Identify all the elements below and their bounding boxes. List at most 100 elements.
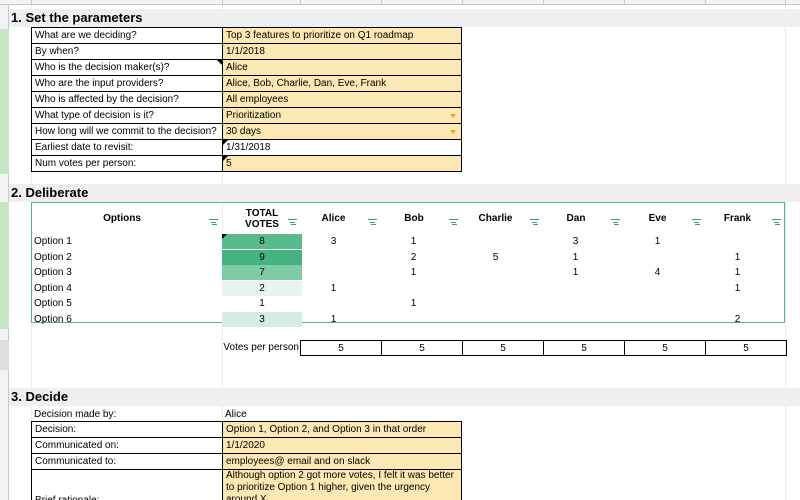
table-row: Option 5 1 1: [32, 296, 784, 311]
decision-type-dropdown[interactable]: Prioritization: [222, 107, 462, 124]
parameters-table: What are we deciding? Top 3 features to …: [31, 27, 462, 172]
param-value-cell[interactable]: 1/1/2018: [222, 43, 462, 60]
table-row: Option 2 9 2 5 1 1: [32, 249, 784, 265]
header-total-line2: VOTES: [245, 218, 279, 230]
votes-table-header: Options TOTAL VOTES Alice Bob Charlie Da…: [32, 203, 784, 234]
param-value-cell[interactable]: All employees: [222, 91, 462, 108]
comment-note-icon[interactable]: [217, 60, 222, 65]
param-value-cell[interactable]: Top 3 features to prioritize on Q1 roadm…: [222, 27, 462, 44]
param-label: Earliest date to revisit:: [31, 139, 223, 156]
vote-cell[interactable]: 1: [382, 234, 445, 249]
filter-icon[interactable]: [692, 219, 701, 225]
vote-cell[interactable]: [464, 281, 527, 296]
total-votes-cell[interactable]: 9: [222, 249, 302, 265]
vote-cell[interactable]: [302, 265, 365, 280]
filter-icon[interactable]: [288, 219, 297, 225]
vote-cell[interactable]: 3: [544, 234, 607, 249]
votes-per-person-cell[interactable]: 5: [705, 340, 787, 356]
vote-cell[interactable]: 1: [382, 296, 445, 311]
decision-value-cell[interactable]: employees@ email and on slack: [222, 453, 462, 470]
filter-icon[interactable]: [530, 219, 539, 225]
vote-cell[interactable]: [626, 250, 689, 265]
vote-cell[interactable]: [464, 312, 527, 327]
table-row: Who is affected by the decision? All emp…: [31, 91, 462, 108]
total-votes-cell[interactable]: 3: [222, 311, 302, 327]
comment-note-icon[interactable]: [223, 140, 228, 145]
rationale-cell[interactable]: Although option 2 got more votes, I felt…: [222, 469, 462, 500]
total-votes-value: 8: [259, 236, 265, 247]
vote-cell[interactable]: 1: [544, 250, 607, 265]
votes-per-person-cell[interactable]: 5: [381, 340, 463, 356]
table-row: Who is the decision maker(s)? Alice: [31, 59, 462, 76]
vote-cell[interactable]: [706, 234, 769, 249]
total-votes-cell[interactable]: 7: [222, 265, 302, 280]
vote-cell[interactable]: [464, 296, 527, 311]
votes-per-person-cell[interactable]: 5: [624, 340, 706, 356]
total-votes-value: 3: [259, 313, 265, 325]
vote-cell[interactable]: [706, 296, 769, 311]
total-votes-cell[interactable]: 1: [222, 296, 302, 311]
param-value-cell[interactable]: 5: [222, 155, 462, 172]
param-value-cell[interactable]: Alice, Bob, Charlie, Dan, Eve, Frank: [222, 75, 462, 92]
votes-per-person-table: 5 5 5 5 5 5: [300, 340, 787, 356]
table-row: Num votes per person: 5: [31, 155, 462, 172]
param-label: Who are the input providers?: [31, 75, 223, 92]
vote-cell[interactable]: [544, 281, 607, 296]
param-label: What type of decision is it?: [31, 107, 223, 124]
vote-cell[interactable]: 2: [382, 250, 445, 265]
vote-cell[interactable]: 5: [464, 250, 527, 265]
dropdown-arrow-icon[interactable]: [450, 114, 456, 118]
vote-cell[interactable]: 1: [382, 265, 445, 280]
commit-duration-dropdown[interactable]: 30 days: [222, 123, 462, 140]
vote-cell[interactable]: 1: [706, 281, 769, 296]
gridline: [785, 5, 786, 500]
vote-cell[interactable]: 4: [626, 265, 689, 280]
vote-cell[interactable]: [302, 296, 365, 311]
decision-value-cell[interactable]: 1/1/2020: [222, 437, 462, 454]
filter-icon[interactable]: [611, 219, 620, 225]
vote-cell[interactable]: [626, 296, 689, 311]
vote-cell[interactable]: [464, 265, 527, 280]
votes-per-person-cell[interactable]: 5: [300, 340, 382, 356]
vote-cell[interactable]: [626, 312, 689, 327]
table-row: Option 371141: [32, 265, 784, 280]
vote-cell[interactable]: [544, 312, 607, 327]
votes-per-person-cell[interactable]: 5: [543, 340, 625, 356]
total-votes-cell[interactable]: 2: [222, 280, 302, 296]
comment-note-icon[interactable]: [222, 234, 227, 239]
table-row: Option 4 2 1 1: [32, 280, 784, 296]
header-person: Eve: [648, 213, 667, 224]
dropdown-arrow-icon[interactable]: [450, 130, 456, 134]
param-value-cell[interactable]: Alice: [222, 59, 462, 76]
total-votes-value: 7: [259, 267, 265, 278]
vote-cell[interactable]: [544, 296, 607, 311]
comment-note-icon[interactable]: [223, 156, 228, 161]
filter-icon[interactable]: [449, 219, 458, 225]
filter-icon[interactable]: [368, 219, 377, 225]
vote-cell[interactable]: 3: [302, 234, 365, 249]
vote-cell[interactable]: [382, 312, 445, 327]
table-row: Communicated to: employees@ email and on…: [31, 453, 462, 470]
decision-value-cell[interactable]: Option 1, Option 2, and Option 3 in that…: [222, 421, 462, 438]
total-votes-cell[interactable]: 8: [222, 234, 302, 249]
total-votes-value: 2: [259, 282, 265, 294]
vote-cell[interactable]: 1: [544, 265, 607, 280]
vote-cell[interactable]: [464, 234, 527, 249]
vote-cell[interactable]: [626, 281, 689, 296]
total-votes-value: 9: [259, 251, 265, 263]
vote-cell[interactable]: 2: [706, 312, 769, 327]
vote-cell[interactable]: [302, 250, 365, 265]
header-person: Dan: [566, 213, 586, 224]
vote-cell[interactable]: 1: [706, 250, 769, 265]
vote-cell[interactable]: 1: [302, 281, 365, 296]
vote-cell[interactable]: 1: [302, 312, 365, 327]
vote-cell[interactable]: 1: [706, 265, 769, 280]
vote-cell[interactable]: [382, 281, 445, 296]
param-value-cell[interactable]: 1/31/2018: [222, 139, 462, 156]
filter-icon[interactable]: [772, 219, 781, 225]
param-label: What are we deciding?: [31, 27, 223, 44]
votes-per-person-cell[interactable]: 5: [462, 340, 544, 356]
vote-cell[interactable]: 1: [626, 234, 689, 249]
option-label: Option 1: [34, 236, 72, 247]
filter-icon[interactable]: [209, 219, 218, 225]
